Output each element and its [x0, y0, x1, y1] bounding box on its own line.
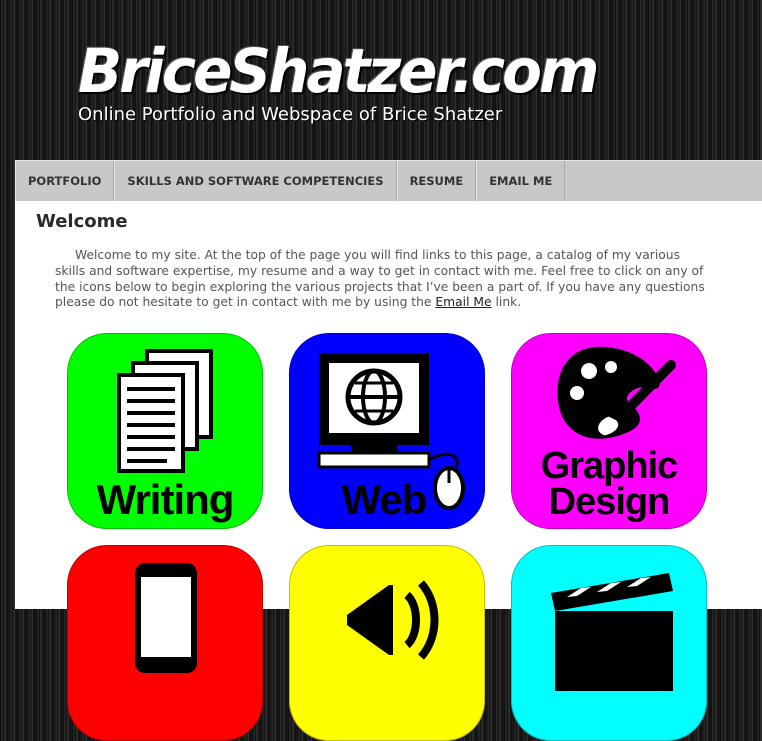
phone-icon	[135, 563, 197, 673]
intro-end: link.	[491, 295, 522, 310]
nav-skills[interactable]: SKILLS AND SOFTWARE COMPETENCIES	[114, 161, 397, 201]
site-tagline: Online Portfolio and Webspace of Brice S…	[78, 104, 503, 125]
tile-writing[interactable]: Writing	[67, 333, 263, 529]
tile-graphic-label-line1: Graphic	[540, 445, 679, 487]
main-nav: PORTFOLIO SKILLS AND SOFTWARE COMPETENCI…	[15, 160, 762, 202]
tile-web[interactable]: Web	[289, 333, 485, 529]
tile-mobile[interactable]	[67, 545, 263, 741]
site-logo[interactable]: BriceShatzer.com	[78, 41, 599, 102]
page-title: Welcome	[36, 211, 128, 232]
site-header: BriceShatzer.com Online Portfolio and We…	[0, 0, 762, 160]
clapperboard-icon	[551, 573, 673, 691]
tile-video[interactable]	[511, 545, 707, 741]
tile-audio[interactable]	[289, 545, 485, 741]
nav-email[interactable]: EMAIL ME	[476, 161, 566, 201]
intro-text: Welcome to my site. At the top of the pa…	[55, 248, 705, 310]
tile-web-label: Web	[341, 476, 428, 523]
nav-resume[interactable]: RESUME	[396, 161, 477, 201]
nav-portfolio[interactable]: PORTFOLIO	[15, 161, 115, 201]
tile-graphic-label-line2: Design	[548, 481, 671, 523]
megaphone-icon	[347, 580, 439, 660]
tile-graphic-design[interactable]: Graphic Design	[511, 333, 707, 529]
tile-writing-label: Writing	[96, 476, 235, 523]
main-content: Welcome Welcome to my site. At the top o…	[15, 201, 762, 741]
email-me-link[interactable]: Email Me	[435, 295, 491, 309]
intro-paragraph: Welcome to my site. At the top of the pa…	[55, 248, 705, 311]
